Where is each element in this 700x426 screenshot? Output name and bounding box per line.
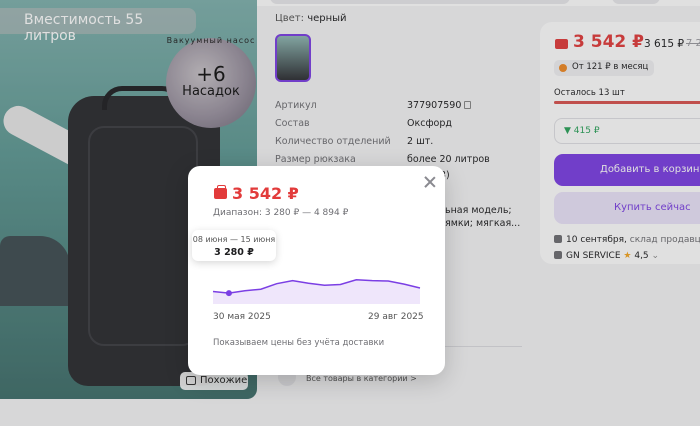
price-tooltip: 08 июня — 15 июня 3 280 ₽ [192, 230, 276, 261]
delivery-note: Показываем цены без учёта доставки [213, 338, 385, 348]
highlighted-point[interactable] [225, 290, 232, 297]
price-area-fill [213, 279, 420, 304]
tooltip-price: 3 280 ₽ [214, 247, 254, 258]
price-history-popup: 3 542 ₽ Диапазон: 3 280 ₽ — 4 894 ₽ 08 и… [188, 166, 445, 375]
tooltip-dates: 08 июня — 15 июня [192, 235, 276, 244]
x-axis-end-label: 29 авг 2025 [368, 312, 424, 322]
x-axis-start-label: 30 мая 2025 [213, 312, 271, 322]
